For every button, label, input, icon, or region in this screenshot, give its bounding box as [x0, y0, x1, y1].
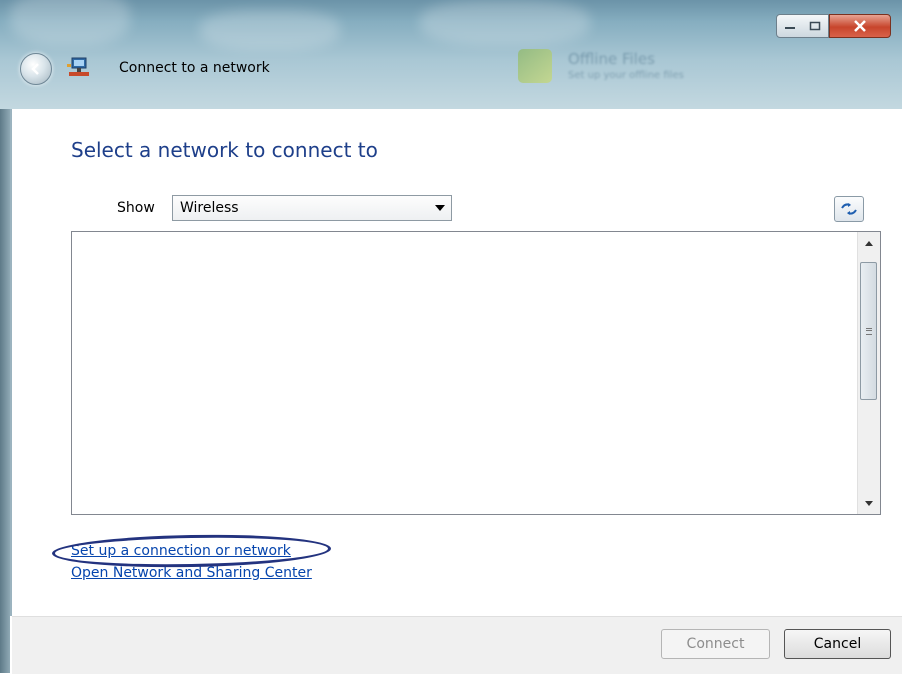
offline-files-icon — [518, 49, 552, 83]
page-heading: Select a network to connect to — [71, 138, 378, 162]
network-icon — [67, 57, 89, 76]
scroll-thumb[interactable] — [860, 262, 877, 400]
cancel-button[interactable]: Cancel — [784, 629, 891, 659]
grip-icon — [865, 327, 872, 335]
window-title: Connect to a network — [119, 60, 270, 76]
title-bar: Offline Files Set up your offline files … — [0, 0, 902, 109]
connect-button[interactable]: Connect — [661, 629, 770, 659]
close-icon — [854, 20, 866, 32]
back-button[interactable] — [20, 53, 52, 85]
setup-connection-link[interactable]: Set up a connection or network — [71, 543, 291, 559]
window-frame-left — [0, 109, 10, 673]
refresh-button[interactable] — [834, 196, 864, 222]
scroll-up-icon — [865, 240, 873, 246]
show-label: Show — [117, 200, 155, 216]
glass-highlight — [420, 0, 590, 45]
chevron-down-icon — [435, 205, 445, 211]
maximize-button[interactable] — [802, 14, 829, 38]
scroll-up-button[interactable] — [858, 232, 880, 254]
refresh-icon — [841, 203, 857, 215]
close-button[interactable] — [829, 14, 891, 38]
show-filter-value: Wireless — [180, 200, 239, 216]
background-hint-title: Offline Files — [568, 50, 655, 68]
network-sharing-center-link[interactable]: Open Network and Sharing Center — [71, 565, 312, 581]
maximize-icon — [809, 21, 821, 31]
background-hint-subtitle: Set up your offline files — [568, 70, 684, 81]
back-arrow-icon — [31, 63, 39, 75]
network-list[interactable] — [71, 231, 881, 515]
minimize-button[interactable] — [776, 14, 804, 38]
glass-highlight — [10, 0, 130, 45]
vertical-scrollbar[interactable] — [857, 232, 880, 514]
glass-highlight — [200, 10, 340, 50]
scroll-down-icon — [865, 500, 873, 506]
scroll-down-button[interactable] — [858, 492, 880, 514]
show-filter-dropdown[interactable]: Wireless — [172, 195, 452, 221]
minimize-icon — [785, 27, 795, 29]
